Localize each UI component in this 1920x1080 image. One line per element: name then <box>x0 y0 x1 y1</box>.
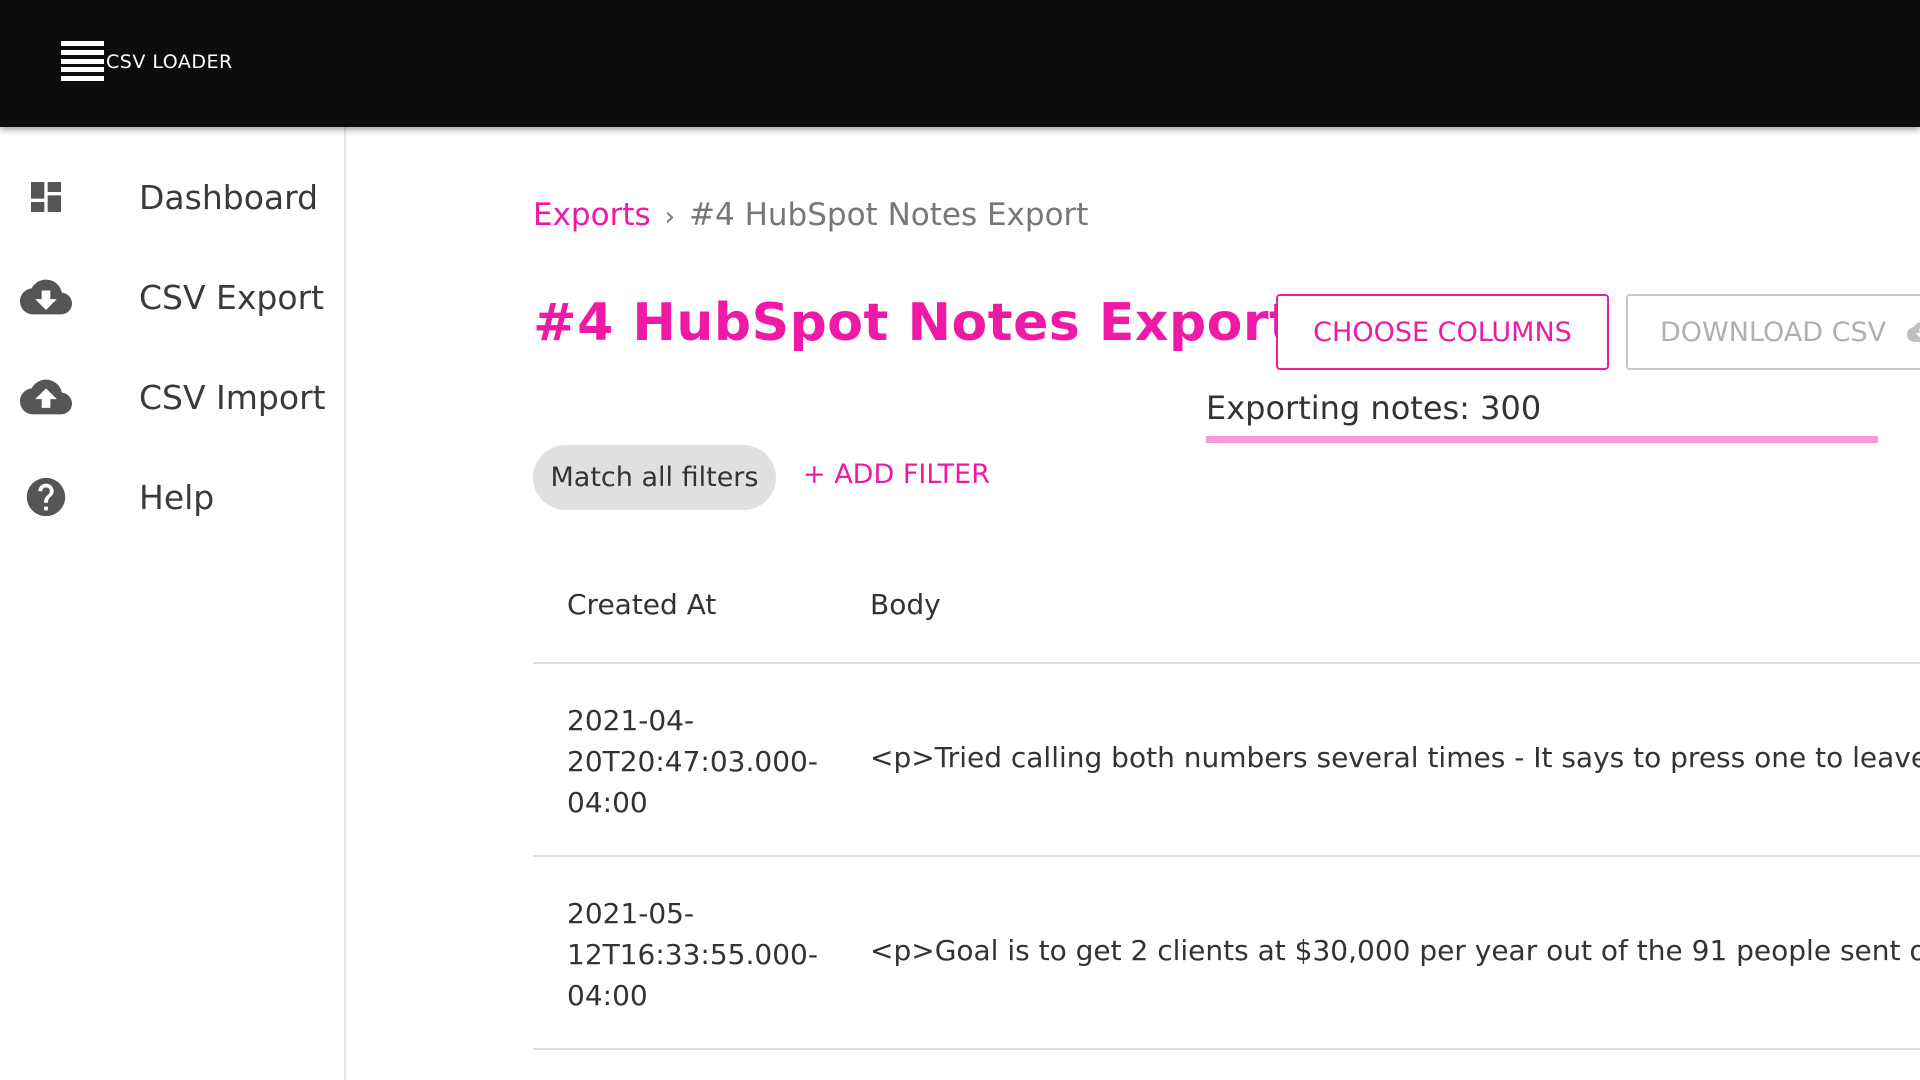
app-logo[interactable]: CSV LOADER <box>61 40 233 82</box>
sidebar-item-label: Dashboard <box>139 177 319 217</box>
export-progress-bar <box>1206 436 1878 443</box>
sidebar-item-help[interactable]: Help <box>0 462 344 532</box>
dashboard-icon <box>20 171 72 223</box>
export-progress-fill <box>1206 436 1878 443</box>
top-app-bar: CSV LOADER <box>0 0 1920 127</box>
match-all-filters-label: Match all filters <box>550 462 759 493</box>
breadcrumb-separator: › <box>664 202 676 232</box>
sidebar-item-label: Help <box>139 477 215 517</box>
cloud-download-icon <box>20 271 72 323</box>
add-filter-button[interactable]: + ADD FILTER <box>803 459 990 490</box>
breadcrumb-current: #4 HubSpot Notes Export <box>689 197 1089 233</box>
breadcrumb-exports-link[interactable]: Exports <box>533 197 651 233</box>
column-header-created-at[interactable]: Created At <box>567 588 716 621</box>
table-header-row: Created At Body <box>533 547 1920 664</box>
table-row[interactable]: 2021-04- 20T20:47:03.000- 04:00 <p>Tried… <box>533 664 1920 857</box>
cell-body: <p>Goal is to get 2 clients at $30,000 p… <box>870 934 1920 967</box>
sidebar: Dashboard CSV Export CSV Import Help <box>0 127 346 1080</box>
choose-columns-label: CHOOSE COLUMNS <box>1313 316 1572 348</box>
match-all-filters-toggle[interactable]: Match all filters <box>533 445 776 510</box>
help-icon <box>20 471 72 523</box>
logo-stack-icon <box>61 41 104 81</box>
choose-columns-button[interactable]: CHOOSE COLUMNS <box>1276 294 1609 370</box>
cell-created-at: 2021-05- 12T16:33:55.000- 04:00 <box>567 897 818 1012</box>
page-title: #4 HubSpot Notes Export <box>533 293 1295 353</box>
breadcrumb: Exports › #4 HubSpot Notes Export <box>533 197 1088 233</box>
table-row[interactable]: 2021-05- 12T16:33:55.000- 04:00 <p>Goal … <box>533 857 1920 1050</box>
export-progress-text: Exporting notes: 300 <box>1206 389 1542 427</box>
cell-created-at: 2021-04- 20T20:47:03.000- 04:00 <box>567 704 818 819</box>
logo-text: CSV LOADER <box>106 51 233 73</box>
notes-table: Created At Body 2021-04- 20T20:47:03.000… <box>533 547 1920 1050</box>
sidebar-item-csv-import[interactable]: CSV Import <box>0 362 344 432</box>
download-csv-button[interactable]: DOWNLOAD CSV <box>1626 294 1920 370</box>
download-csv-label: DOWNLOAD CSV <box>1660 316 1887 348</box>
sidebar-item-csv-export[interactable]: CSV Export <box>0 262 344 332</box>
sidebar-item-label: CSV Export <box>139 277 325 317</box>
column-header-body[interactable]: Body <box>870 588 941 621</box>
cloud-upload-icon <box>20 371 72 423</box>
cell-body: <p>Tried calling both numbers several ti… <box>870 741 1920 774</box>
sidebar-item-label: CSV Import <box>139 377 326 417</box>
sidebar-item-dashboard[interactable]: Dashboard <box>0 162 344 232</box>
cloud-download-icon <box>1907 322 1920 342</box>
